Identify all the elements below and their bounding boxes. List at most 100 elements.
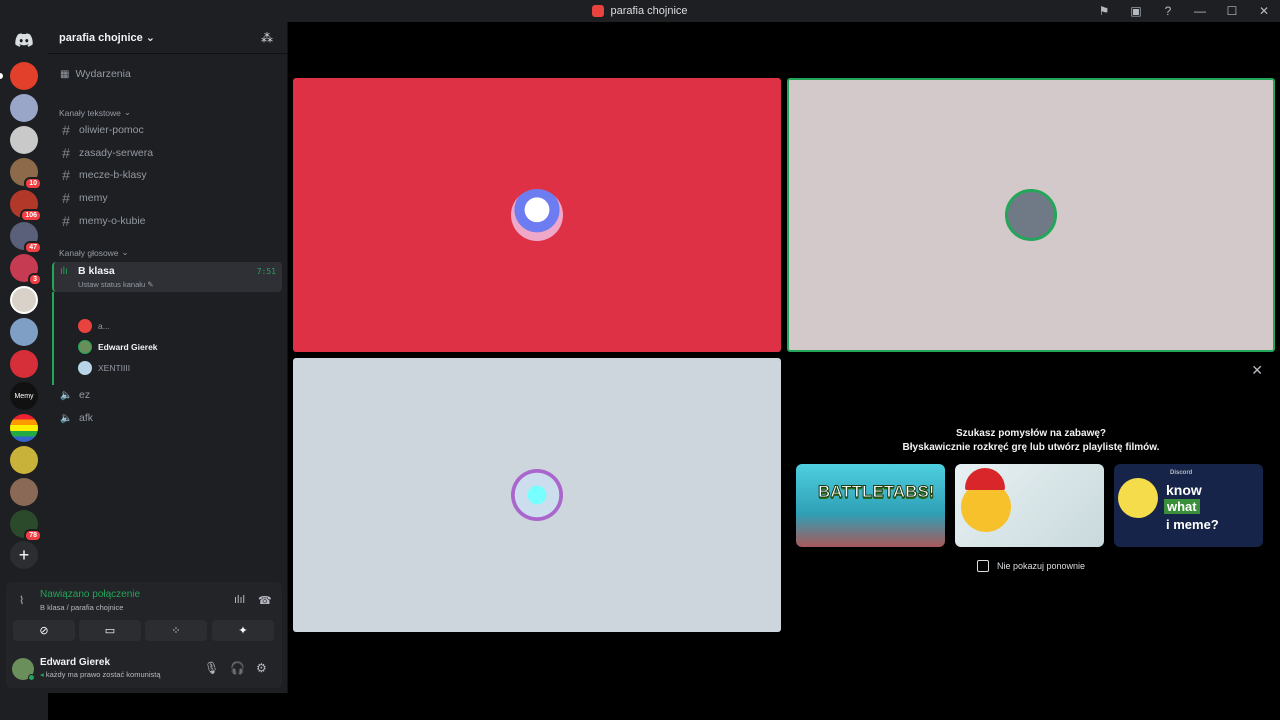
server-icon[interactable]: 10 [10,158,42,190]
meme-character-icon [1118,478,1158,518]
screen-share-icon: ▭ [104,625,116,637]
server-icon[interactable] [10,62,38,90]
activity-card-know-what-i-meme[interactable]: Discord know what i meme? [1114,464,1263,547]
microphone-icon[interactable]: 🎙 [204,661,219,675]
chevron-down-icon: ⌄ [145,32,155,44]
server-icon[interactable] [10,446,38,474]
channel-label: ez [79,389,91,401]
disconnect-icon[interactable]: ☎ [258,594,272,607]
server-memy-hub[interactable]: Memy [10,382,38,410]
server-icon[interactable]: 78 [10,510,42,542]
voice-channel-ez[interactable]: 🔈 ez [56,385,282,405]
voice-user[interactable]: a... [78,317,110,335]
avatar [78,340,92,354]
server-icon[interactable]: 47 [10,222,42,254]
voice-activity-icon: ılı [60,266,68,277]
channel-oliwier-pomoc[interactable]: # oliwier-pomoc [56,120,282,140]
channel-memy[interactable]: # memy [56,188,282,208]
headphones-icon[interactable]: 🎧 [230,661,245,675]
call-stage: ✕ Szukasz pomysłów na zabawę? Błyskawicz… [289,22,1280,720]
minimize-button[interactable]: — [1184,4,1216,18]
screen-share-button[interactable]: ▭ [79,620,141,641]
channel-zasady-serwera[interactable]: # zasady-serwera [56,143,282,163]
activity-heading: Szukasz pomysłów na zabawę? [955,428,1107,439]
custom-status[interactable]: ◂ każdy ma prawo zostać komunistą [40,670,161,679]
avatar [1005,189,1057,241]
camera-off-button[interactable]: ⊘ [13,620,75,641]
title-bar: parafia chojnice ⚑ ▣ ? — ☐ ✕ [0,0,1280,22]
channel-memy-o-kubie[interactable]: # memy-o-kubie [56,211,282,231]
hash-icon: # [62,213,70,229]
connection-status[interactable]: Nawiązano połączenie [40,589,140,600]
events-item[interactable]: ▦ Wydarzenia [56,64,280,84]
close-button[interactable]: ✕ [1248,4,1280,18]
activity-card-game[interactable] [955,464,1104,547]
video-tile[interactable] [293,358,781,632]
window-title: parafia chojnice [592,5,688,17]
voice-connection-panel: ⌇ Nawiązano połączenie B klasa / parafia… [6,582,282,650]
close-icon[interactable]: ✕ [1251,362,1263,379]
server-icon[interactable] [10,414,38,442]
window-title-text: parafia chojnice [610,5,688,17]
voice-channel-b-klasa[interactable]: ılı B klasa Ustaw status kanału ✎ 7:51 [52,262,282,292]
activity-card-title: BATTLETABS! [817,482,935,502]
voice-user-name: Edward Gierek [98,342,158,352]
channel-label: B klasa [78,265,115,277]
santa-hat-icon [965,468,1005,490]
voice-channel-afk[interactable]: 🔈 afk [56,408,282,428]
set-channel-status[interactable]: Ustaw status kanału ✎ [78,280,154,289]
hash-icon: # [62,190,70,206]
settings-gear-icon[interactable]: ⚙ [256,661,267,675]
category-text-channels[interactable]: Kanały tekstowe ⌄ [59,107,131,118]
category-label: Kanały tekstowe [59,107,121,118]
camera-off-icon: ⊘ [39,625,49,637]
video-tile[interactable] [293,78,781,352]
server-icon[interactable] [10,94,38,122]
server-icon[interactable] [10,318,38,346]
server-icon[interactable]: 106 [10,190,42,222]
soundboard-button[interactable]: ✦ [212,620,274,641]
monitor-icon[interactable]: ▣ [1120,4,1152,18]
server-header[interactable]: parafia chojnice ⌄ ⁂ [48,22,287,54]
channel-label: memy [79,192,108,204]
voice-user[interactable]: Edward Gierek [78,338,158,356]
inbox-icon[interactable]: ⚑ [1088,4,1120,18]
calendar-icon: ▦ [60,68,70,80]
server-icon[interactable] [10,350,38,378]
video-tile-speaking[interactable] [787,78,1275,352]
add-server-button[interactable]: + [10,541,38,569]
activity-suggestions: ✕ Szukasz pomysłów na zabawę? Błyskawicz… [787,358,1275,632]
server-icon[interactable] [10,478,38,506]
voice-user-name: a... [98,321,110,331]
voice-connection-line [52,292,54,385]
activity-card-battletabs[interactable]: BATTLETABS! [796,464,945,547]
username[interactable]: Edward Gierek [40,657,110,668]
unread-badge: 106 [20,209,42,222]
checkbox-box[interactable] [977,560,989,572]
voice-user[interactable]: XENTIIII [78,359,130,377]
signal-icon[interactable]: ⌇ [19,594,24,607]
activities-button[interactable]: ⁘ [145,620,207,641]
connection-location[interactable]: B klasa / parafia chojnice [40,603,123,612]
unread-badge: 78 [24,529,42,542]
channel-mecze-b-klasy[interactable]: # mecze-b-klasy [56,165,282,185]
avatar [511,189,563,241]
maximize-button[interactable]: ☐ [1216,4,1248,18]
invite-user-icon[interactable]: ⁂ [261,31,273,45]
user-panel: Edward Gierek ◂ każdy ma prawo zostać ko… [6,650,282,688]
category-voice-channels[interactable]: Kanały głosowe ⌄ [59,247,129,258]
channel-label: mecze-b-klasy [79,169,147,181]
noise-suppression-icon[interactable]: ılıl [234,594,245,606]
chevron-down-icon: ⌄ [123,107,132,117]
online-status-icon [28,674,35,681]
server-icon[interactable]: 3 [10,254,42,286]
server-icon[interactable] [10,286,38,314]
activity-subheading: Błyskawicznie rozkręć grę lub utwórz pla… [902,442,1160,453]
dont-show-again-checkbox[interactable]: Nie pokazuj ponownie [977,560,1085,572]
chevron-down-icon: ⌄ [121,247,129,257]
discord-home-icon[interactable] [10,26,38,54]
help-icon[interactable]: ? [1152,4,1184,18]
server-icon[interactable] [10,126,38,154]
avatar [78,361,92,375]
channel-label: zasady-serwera [79,147,154,159]
